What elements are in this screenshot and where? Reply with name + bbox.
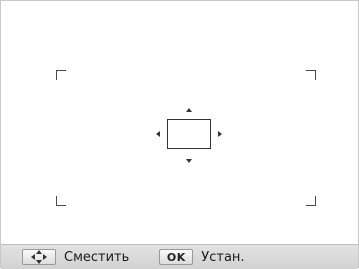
viewfinder: [1, 1, 358, 243]
bottom-action-bar: Сместить OK Устан.: [1, 244, 358, 269]
camera-screen: Сместить OK Устан.: [0, 0, 359, 269]
frame-corner-bottom-left: [56, 196, 66, 206]
set-label: Устан.: [201, 249, 245, 265]
frame-corner-top-left: [56, 70, 66, 80]
frame-corner-top-right: [306, 70, 316, 80]
arrow-right-icon: [218, 131, 222, 137]
ok-key-label: OK: [166, 250, 186, 264]
arrow-left-icon: [156, 131, 160, 137]
focus-area-box[interactable]: [167, 119, 211, 149]
arrow-down-icon: [186, 159, 192, 163]
frame-corner-bottom-right: [306, 196, 316, 206]
ok-key-icon[interactable]: OK: [159, 249, 194, 265]
arrow-up-icon: [186, 108, 192, 112]
move-label: Сместить: [64, 249, 130, 265]
directional-pad-icon[interactable]: [22, 249, 56, 265]
